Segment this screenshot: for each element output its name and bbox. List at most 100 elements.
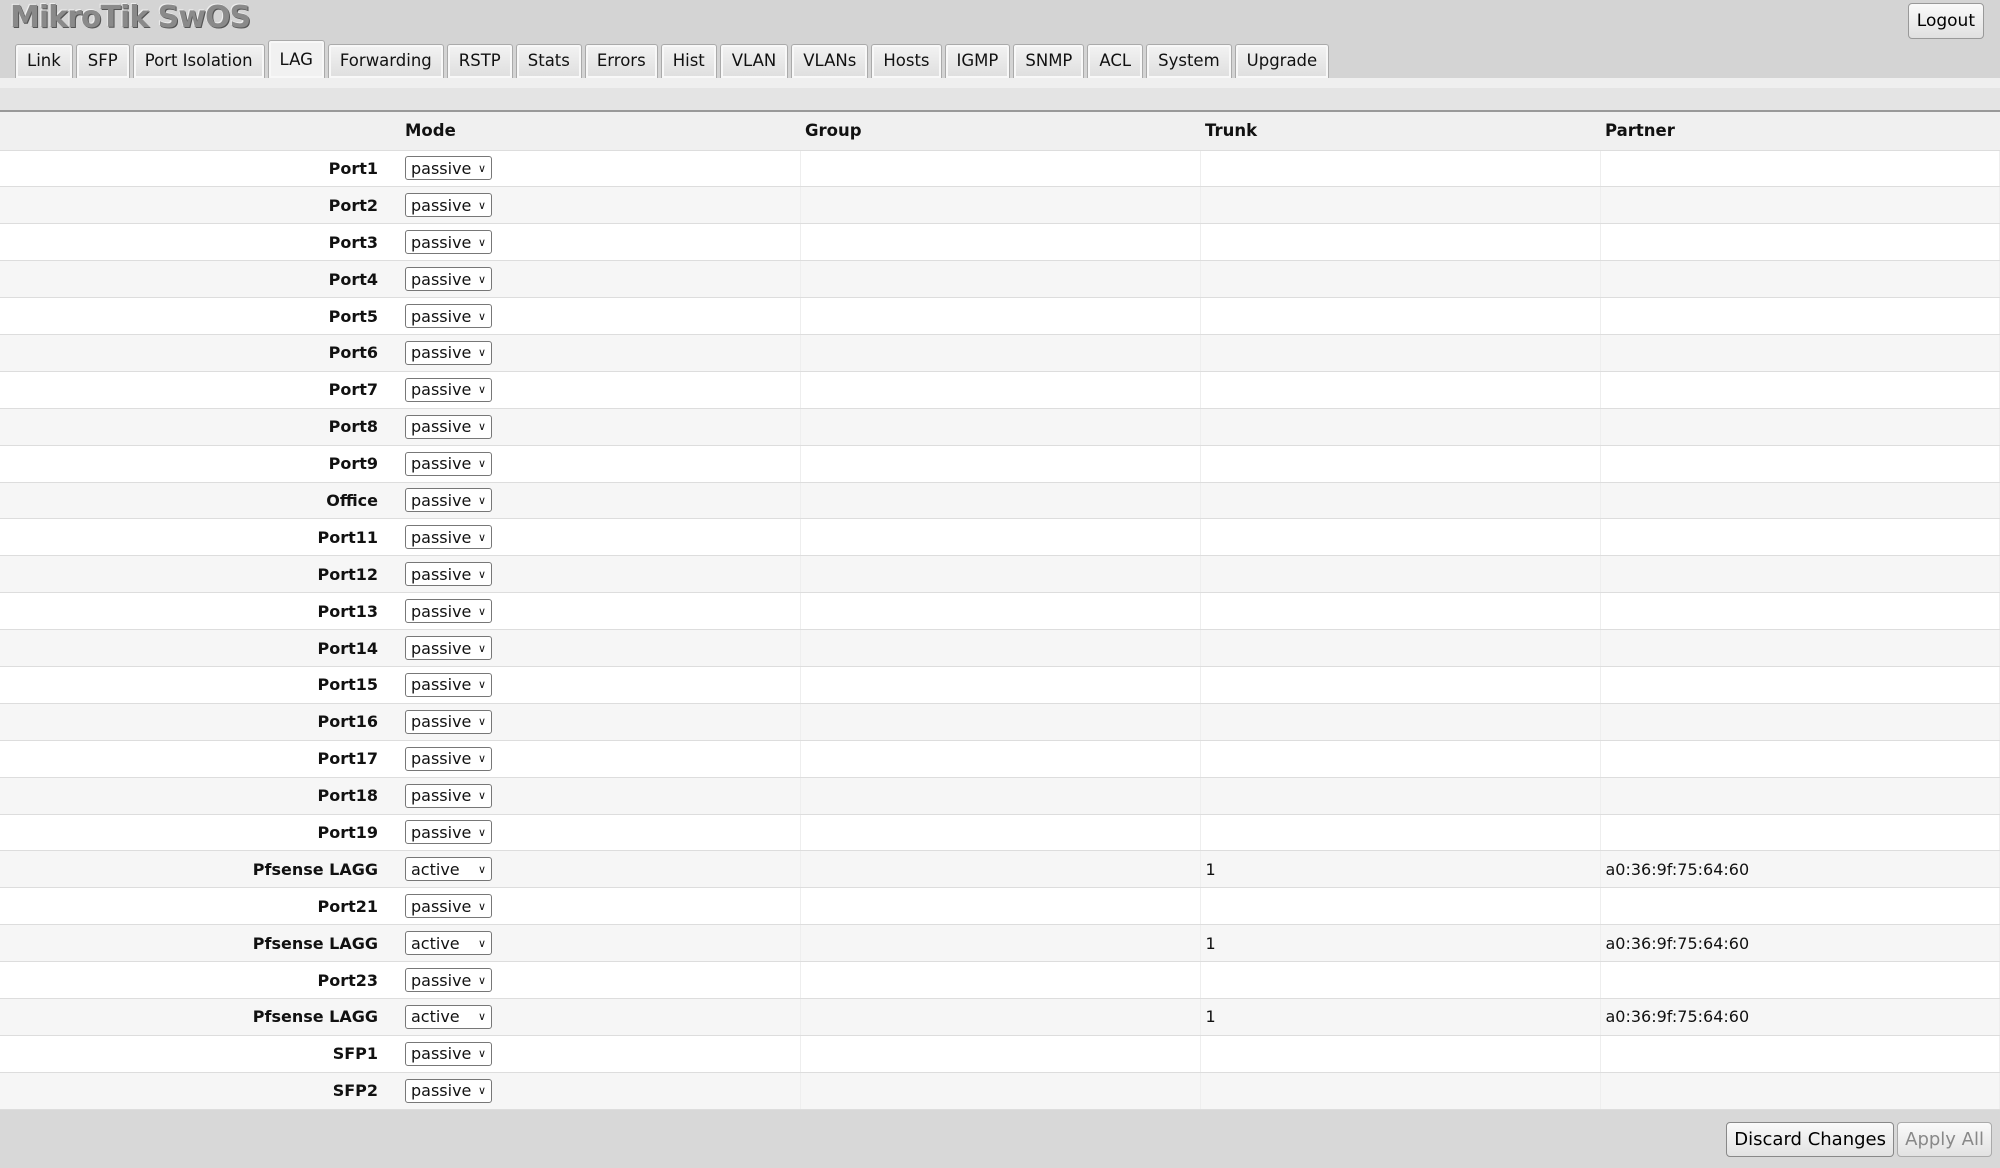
mode-select[interactable]: passive ∨ <box>405 820 492 845</box>
trunk-cell: 1 <box>1200 850 1601 889</box>
partner-cell <box>1600 482 2000 520</box>
tab-system[interactable]: System <box>1146 44 1232 78</box>
mode-select[interactable]: passive ∨ <box>405 636 492 661</box>
mode-select[interactable]: active ∨ <box>405 931 492 956</box>
tab-forwarding[interactable]: Forwarding <box>327 44 444 78</box>
mode-select[interactable]: passive ∨ <box>405 451 492 476</box>
partner-cell <box>1600 666 2000 704</box>
mode-select[interactable]: passive ∨ <box>405 562 492 587</box>
trunk-cell <box>1200 260 1601 299</box>
tab-port-isolation[interactable]: Port Isolation <box>132 44 265 78</box>
port-name: SFP2 <box>0 1072 400 1110</box>
mode-select[interactable]: passive ∨ <box>405 414 492 439</box>
port-name: Port4 <box>0 260 400 299</box>
port-name: Port3 <box>0 223 400 262</box>
mode-select[interactable]: active ∨ <box>405 1004 492 1029</box>
mode-select[interactable]: passive ∨ <box>405 894 492 919</box>
mode-select[interactable]: passive ∨ <box>405 156 492 181</box>
group-cell <box>800 703 1201 741</box>
mode-select[interactable]: passive ∨ <box>405 377 492 402</box>
group-cell <box>800 555 1201 594</box>
tab-igmp[interactable]: IGMP <box>944 44 1011 78</box>
tab-errors[interactable]: Errors <box>584 44 658 78</box>
chevron-down-icon: ∨ <box>477 530 486 544</box>
mode-select[interactable]: passive ∨ <box>405 783 492 808</box>
header-port <box>0 112 400 151</box>
group-cell <box>800 850 1201 889</box>
mode-value: passive <box>411 343 472 363</box>
mode-value: passive <box>411 638 472 658</box>
partner-cell <box>1600 223 2000 262</box>
partner-cell <box>1600 186 2000 225</box>
partner-cell <box>1600 777 2000 815</box>
group-cell <box>800 998 1201 1036</box>
discard-changes-button[interactable]: Discard Changes <box>1726 1122 1894 1157</box>
mode-select[interactable]: passive ∨ <box>405 230 492 255</box>
tab-acl[interactable]: ACL <box>1087 44 1144 78</box>
tab-snmp[interactable]: SNMP <box>1013 44 1085 78</box>
trunk-cell <box>1200 1072 1601 1110</box>
mode-select[interactable]: passive ∨ <box>405 599 492 624</box>
table-row: Port18 passive ∨ <box>0 777 2000 815</box>
apply-all-button[interactable]: Apply All <box>1897 1122 1992 1157</box>
header-partner: Partner <box>1600 112 2000 151</box>
mode-select[interactable]: passive ∨ <box>405 968 492 993</box>
mode-select[interactable]: passive ∨ <box>405 1078 492 1103</box>
trunk-cell <box>1200 445 1601 483</box>
tab-vlans[interactable]: VLANs <box>791 44 869 78</box>
group-cell <box>800 814 1201 852</box>
tab-sfp[interactable]: SFP <box>75 44 130 78</box>
trunk-cell: 1 <box>1200 998 1601 1036</box>
trunk-cell: 1 <box>1200 924 1601 963</box>
partner-cell <box>1600 555 2000 594</box>
trunk-cell <box>1200 961 1601 999</box>
tab-lag[interactable]: LAG <box>267 40 325 78</box>
port-name: Port7 <box>0 371 400 409</box>
trunk-cell <box>1200 1035 1601 1073</box>
table-row: Pfsense LAGG active ∨ 1 a0:36:9f:75:64:60 <box>0 924 2000 963</box>
tab-vlan[interactable]: VLAN <box>719 44 789 78</box>
tab-rstp[interactable]: RSTP <box>446 44 513 78</box>
tab-link[interactable]: Link <box>15 44 73 78</box>
mode-select[interactable]: passive ∨ <box>405 672 492 697</box>
mode-select[interactable]: passive ∨ <box>405 746 492 771</box>
table-row: Port5 passive ∨ <box>0 297 2000 335</box>
mode-select[interactable]: passive ∨ <box>405 709 492 734</box>
mode-select[interactable]: passive ∨ <box>405 193 492 218</box>
chevron-down-icon: ∨ <box>477 789 486 803</box>
tab-hist[interactable]: Hist <box>660 44 717 78</box>
mode-value: passive <box>411 896 472 916</box>
mode-select[interactable]: passive ∨ <box>405 1041 492 1066</box>
footer: Discard Changes Apply All <box>0 1110 2000 1168</box>
mode-value: passive <box>411 786 472 806</box>
mode-select[interactable]: active ∨ <box>405 857 492 882</box>
header-trunk: Trunk <box>1200 112 1600 151</box>
mode-select[interactable]: passive ∨ <box>405 488 492 513</box>
trunk-cell <box>1200 371 1601 409</box>
mode-select[interactable]: passive ∨ <box>405 340 492 365</box>
group-cell <box>800 445 1201 483</box>
partner-cell <box>1600 371 2000 409</box>
mode-select[interactable]: passive ∨ <box>405 525 492 550</box>
trunk-cell <box>1200 814 1601 852</box>
group-cell <box>800 371 1201 409</box>
mode-select[interactable]: passive ∨ <box>405 304 492 328</box>
mode-select[interactable]: passive ∨ <box>405 267 492 292</box>
mode-value: passive <box>411 564 472 584</box>
group-cell <box>800 887 1201 926</box>
chevron-down-icon: ∨ <box>477 1084 486 1098</box>
group-cell <box>800 961 1201 999</box>
tab-upgrade[interactable]: Upgrade <box>1234 44 1330 78</box>
port-name: Port9 <box>0 445 400 483</box>
logout-button[interactable]: Logout <box>1907 3 1984 39</box>
table-row: Port9 passive ∨ <box>0 445 2000 483</box>
group-cell <box>800 924 1201 963</box>
group-cell <box>800 150 1201 188</box>
tab-hosts[interactable]: Hosts <box>871 44 942 78</box>
divider <box>0 78 2000 88</box>
table-row: Pfsense LAGG active ∨ 1 a0:36:9f:75:64:60 <box>0 850 2000 889</box>
group-cell <box>800 1035 1201 1073</box>
chevron-down-icon: ∨ <box>477 715 486 729</box>
chevron-down-icon: ∨ <box>477 420 486 434</box>
tab-stats[interactable]: Stats <box>515 44 582 78</box>
